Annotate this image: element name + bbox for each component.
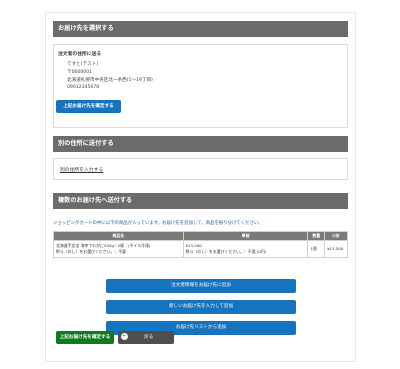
multiple-destinations-header: 複数のお届け先へ送付する bbox=[53, 193, 348, 209]
orderer-address-title: 注文者の住所に送る bbox=[58, 52, 102, 57]
enter-other-address-link[interactable]: 別の住所を入力する bbox=[60, 166, 103, 173]
other-address-header: 別の住所に送付する bbox=[53, 136, 348, 152]
cart-items-table: 商品名 単価 数量 小計 北海道手金宝 海幸でもがに550g・2尾 (ボイル冷凍… bbox=[53, 231, 348, 258]
subtotal-cell: ¥13,500 bbox=[324, 240, 348, 258]
unit-price-cell: ¥13,500 熨斗（のし）をお選びください。：不要 (0円) bbox=[182, 240, 309, 258]
col-unit-price: 単価 bbox=[182, 231, 309, 241]
back-button[interactable]: ← 戻る bbox=[118, 331, 174, 344]
street-address: 北海道札幌市中央区北一条西(1〜19丁目) bbox=[67, 78, 153, 83]
arrow-left-circle-icon: ← bbox=[121, 333, 128, 340]
phone-number: 09012345678 bbox=[67, 85, 100, 90]
back-button-label: 戻る bbox=[144, 335, 154, 340]
product-name-cell: 北海道手金宝 海幸でもがに550g・2尾 (ボイル冷凍) 熨斗（のし）をお選びく… bbox=[53, 240, 184, 258]
confirm-orderer-address-button[interactable]: 上記お届け先を確定する bbox=[56, 100, 121, 113]
quantity-cell: 1個 bbox=[307, 240, 326, 258]
table-row: 北海道手金宝 海幸でもがに550g・2尾 (ボイル冷凍) 熨斗（のし）をお選びく… bbox=[53, 240, 348, 258]
add-orderer-as-destination-button[interactable]: 注文者情報をお届け先に追加 bbox=[106, 279, 296, 293]
postal-code: 〒0600001 bbox=[67, 70, 93, 75]
cart-instruction-note: ショッピングカートの中に以下の商品が入っています。お届け先を追加して、商品を振り… bbox=[53, 221, 263, 226]
col-quantity: 数量 bbox=[307, 231, 326, 241]
multiple-destinations-section: 複数のお届け先へ送付する ショッピングカートの中に以下の商品が入っています。お届… bbox=[53, 193, 348, 349]
product-option: 熨斗（のし）をお選びください。：不要 bbox=[56, 249, 127, 254]
table-header-row: 商品名 単価 数量 小計 bbox=[53, 231, 348, 241]
other-address-section: 別の住所に送付する 別の住所を入力する bbox=[53, 136, 348, 180]
confirm-destination-button[interactable]: 上記お届け先を確定する bbox=[56, 331, 114, 344]
other-address-box: 別の住所を入力する bbox=[53, 158, 348, 180]
col-subtotal: 小計 bbox=[324, 231, 348, 241]
select-destination-header: お届け先を選択する bbox=[53, 21, 348, 37]
recipient-name: てすと(テスト) bbox=[67, 62, 99, 67]
select-destination-section: お届け先を選択する 注文者の住所に送る てすと(テスト) 〒0600001 北海… bbox=[53, 21, 348, 128]
add-new-destination-button[interactable]: 新しいお届け先を入力して追加 bbox=[106, 300, 296, 314]
col-product-name: 商品名 bbox=[53, 231, 184, 241]
price-option: 熨斗（のし）をお選びください。：不要 (0円) bbox=[185, 249, 267, 254]
orderer-address-box: 注文者の住所に送る てすと(テスト) 〒0600001 北海道札幌市中央区北一条… bbox=[53, 44, 348, 128]
page-container: お届け先を選択する 注文者の住所に送る てすと(テスト) 〒0600001 北海… bbox=[45, 12, 356, 362]
